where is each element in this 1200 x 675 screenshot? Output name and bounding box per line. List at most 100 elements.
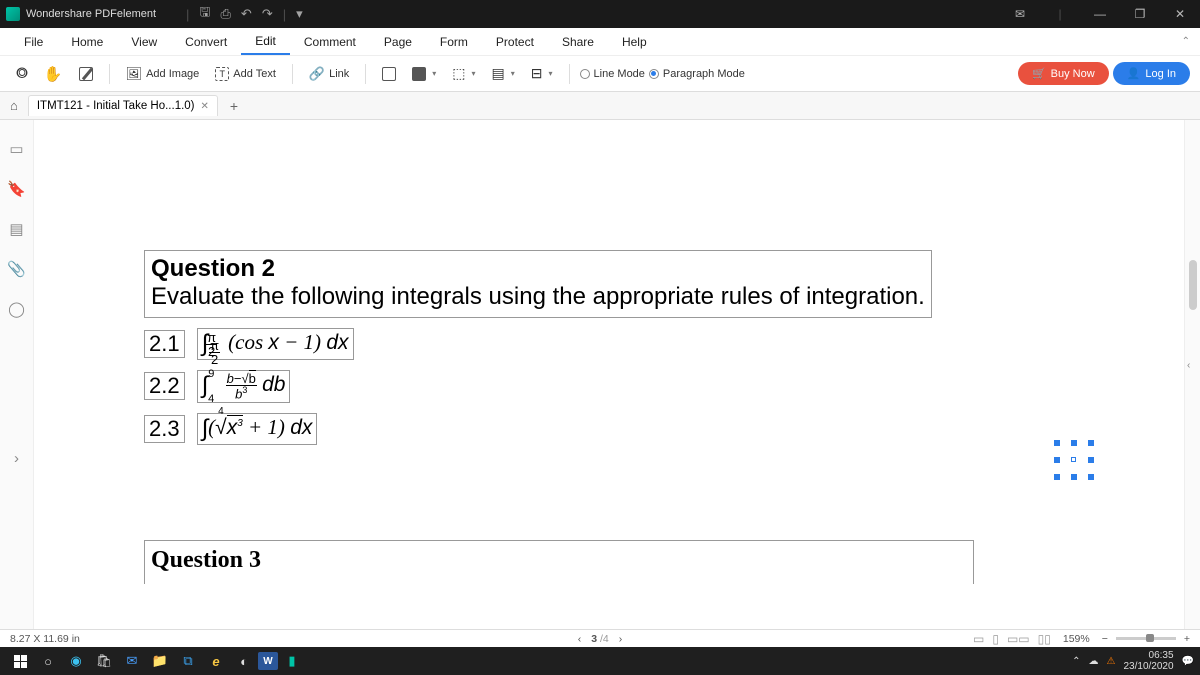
taskbar-word[interactable]: W (258, 652, 278, 670)
taskbar-chrome[interactable]: ◐ (230, 650, 258, 672)
tab-home-icon[interactable]: ⌂ (6, 98, 22, 113)
tab-label: ITMT121 - Initial Take Ho...1.0) (37, 100, 195, 112)
prev-page-button[interactable]: ‹ (578, 633, 582, 645)
q2-3-equation[interactable]: ∫(4√x3 + 1) dx (197, 413, 318, 445)
search-icon[interactable]: ◯ (8, 300, 25, 318)
qat-more-icon[interactable]: ▾ (296, 6, 303, 22)
mail-icon[interactable]: ✉ (1000, 7, 1040, 21)
collapse-right-icon[interactable]: ‹ (1187, 360, 1190, 371)
question-2-block: Question 2 Evaluate the following integr… (144, 250, 974, 445)
paragraph-mode-radio[interactable]: Paragraph Mode (649, 68, 745, 80)
start-button[interactable] (6, 650, 34, 672)
view-continuous-icon[interactable]: ▯ (992, 632, 999, 646)
view-single-icon[interactable]: ▭ (973, 632, 984, 646)
right-scrollbar[interactable]: ‹ (1184, 120, 1200, 630)
page-total: /4 (597, 633, 609, 645)
zoom-in-button[interactable]: + (1184, 633, 1190, 645)
zoom-slider[interactable] (1116, 637, 1176, 640)
menu-home[interactable]: Home (57, 28, 117, 55)
undo-icon[interactable]: ↶ (241, 6, 252, 22)
qat-separator: | (283, 7, 286, 22)
menu-file[interactable]: File (10, 28, 57, 55)
view-two-page-icon[interactable]: ▭▭ (1007, 632, 1030, 646)
taskbar-edge[interactable]: ◉ (62, 650, 90, 672)
redo-icon[interactable]: ↷ (262, 6, 273, 22)
view-two-cont-icon[interactable]: ▯▯ (1038, 632, 1051, 646)
page-dimensions: 8.27 X 11.69 in (10, 633, 80, 645)
print-icon[interactable]: ⎙ (221, 6, 231, 22)
crop-tool[interactable] (376, 64, 402, 84)
annotations-icon[interactable]: ▤ (9, 220, 23, 238)
taskbar-vscode[interactable]: ⧉ (174, 650, 202, 672)
link-button[interactable]: 🔗Link (303, 63, 355, 85)
taskbar-mail[interactable]: ✉ (118, 650, 146, 672)
taskbar-ie[interactable]: e (202, 650, 230, 672)
bookmarks-icon[interactable]: 🔖 (7, 180, 26, 198)
add-image-button[interactable]: 🖼Add Image (120, 63, 206, 85)
tab-close-icon[interactable]: ✕ (201, 101, 209, 112)
scrollbar-thumb[interactable] (1189, 260, 1197, 310)
log-in-button[interactable]: 👤Log In (1113, 62, 1190, 85)
document-canvas[interactable]: Question 2 Evaluate the following integr… (34, 120, 1184, 630)
tray-time: 06:35 (1123, 650, 1173, 661)
menu-convert[interactable]: Convert (171, 28, 241, 55)
tray-expand-icon[interactable]: ⌃ (1072, 656, 1080, 667)
collapse-ribbon-icon[interactable]: ⌃ (1182, 36, 1190, 47)
edit-tool[interactable] (73, 64, 99, 84)
close-button[interactable]: ✕ (1160, 7, 1200, 21)
new-tab-button[interactable]: + (224, 98, 244, 114)
q2-prompt[interactable]: Evaluate the following integrals using t… (151, 283, 925, 311)
q2-title[interactable]: Question 2 (151, 255, 925, 283)
quick-access-toolbar: | 🖫 ⎙ ↶ ↷ | ▾ (186, 3, 303, 25)
tray-date: 23/10/2020 (1123, 661, 1173, 672)
taskbar-store[interactable]: 🛍 (90, 650, 118, 672)
q2-2-equation[interactable]: ∫49 b−√bb3 db (197, 370, 291, 402)
menu-share[interactable]: Share (548, 28, 608, 55)
menu-view[interactable]: View (117, 28, 171, 55)
next-page-button[interactable]: › (619, 633, 623, 645)
thumbnails-icon[interactable]: ▭ (9, 140, 23, 158)
tray-notifications-icon[interactable]: 💬 (1182, 656, 1194, 667)
question-3-block[interactable]: Question 3 (144, 540, 974, 584)
zoom-level: 159% (1063, 633, 1090, 645)
buy-now-button[interactable]: 🛒Buy Now (1018, 62, 1109, 85)
line-mode-radio[interactable]: Line Mode (580, 68, 645, 80)
titlebar: Wondershare PDFelement | 🖫 ⎙ ↶ ↷ | ▾ ✉ |… (0, 0, 1200, 28)
q2-3-num[interactable]: 2.3 (144, 415, 185, 443)
q2-1-equation[interactable]: ∫π2π2(cos x − 1) dx (197, 328, 354, 360)
menu-edit[interactable]: Edit (241, 28, 290, 55)
menu-protect[interactable]: Protect (482, 28, 548, 55)
attachments-icon[interactable]: 📎 (7, 260, 26, 278)
header-footer-tool[interactable]: ⊟ (525, 62, 559, 85)
q3-title: Question 3 (151, 547, 967, 574)
menu-page[interactable]: Page (370, 28, 426, 55)
selection-handles[interactable] (1054, 440, 1094, 480)
save-icon[interactable]: 🖫 (199, 3, 210, 25)
watermark-tool[interactable]: ⬚ (446, 62, 481, 85)
maximize-button[interactable]: ❐ (1120, 7, 1160, 21)
left-sidebar: ▭ 🔖 ▤ 📎 ◯ › (0, 120, 34, 630)
taskbar-cortana[interactable]: ○ (34, 650, 62, 672)
menu-comment[interactable]: Comment (290, 28, 370, 55)
app-title: Wondershare PDFelement (26, 8, 156, 20)
tray-security-icon[interactable]: ⚠ (1107, 656, 1116, 667)
background-tool[interactable]: ▤ (486, 62, 521, 85)
add-text-button[interactable]: TAdd Text (209, 64, 282, 84)
document-tab[interactable]: ITMT121 - Initial Take Ho...1.0) ✕ (28, 95, 218, 116)
q2-2-num[interactable]: 2.2 (144, 372, 185, 400)
menu-form[interactable]: Form (426, 28, 482, 55)
taskbar-explorer[interactable]: 📁 (146, 650, 174, 672)
minimize-button[interactable]: — (1080, 7, 1120, 21)
taskbar-pdfelement[interactable]: ▮ (278, 650, 306, 672)
zoom-out-button[interactable]: − (1102, 633, 1108, 645)
status-bar: 8.27 X 11.69 in ‹ 3 /4 › ▭ ▯ ▭▭ ▯▯ 159% … (0, 629, 1200, 647)
qat-separator: | (186, 7, 189, 22)
tray-onedrive-icon[interactable]: ☁ (1089, 656, 1099, 667)
hand-tool[interactable]: ✋ (38, 62, 69, 86)
highlight-tool[interactable] (406, 64, 442, 84)
expand-sidebar-icon[interactable]: › (14, 450, 19, 467)
menu-help[interactable]: Help (608, 28, 661, 55)
tray-clock[interactable]: 06:35 23/10/2020 (1123, 650, 1173, 672)
select-tool[interactable]: ⭗ (10, 62, 34, 85)
q2-1-num[interactable]: 2.1 (144, 330, 185, 358)
